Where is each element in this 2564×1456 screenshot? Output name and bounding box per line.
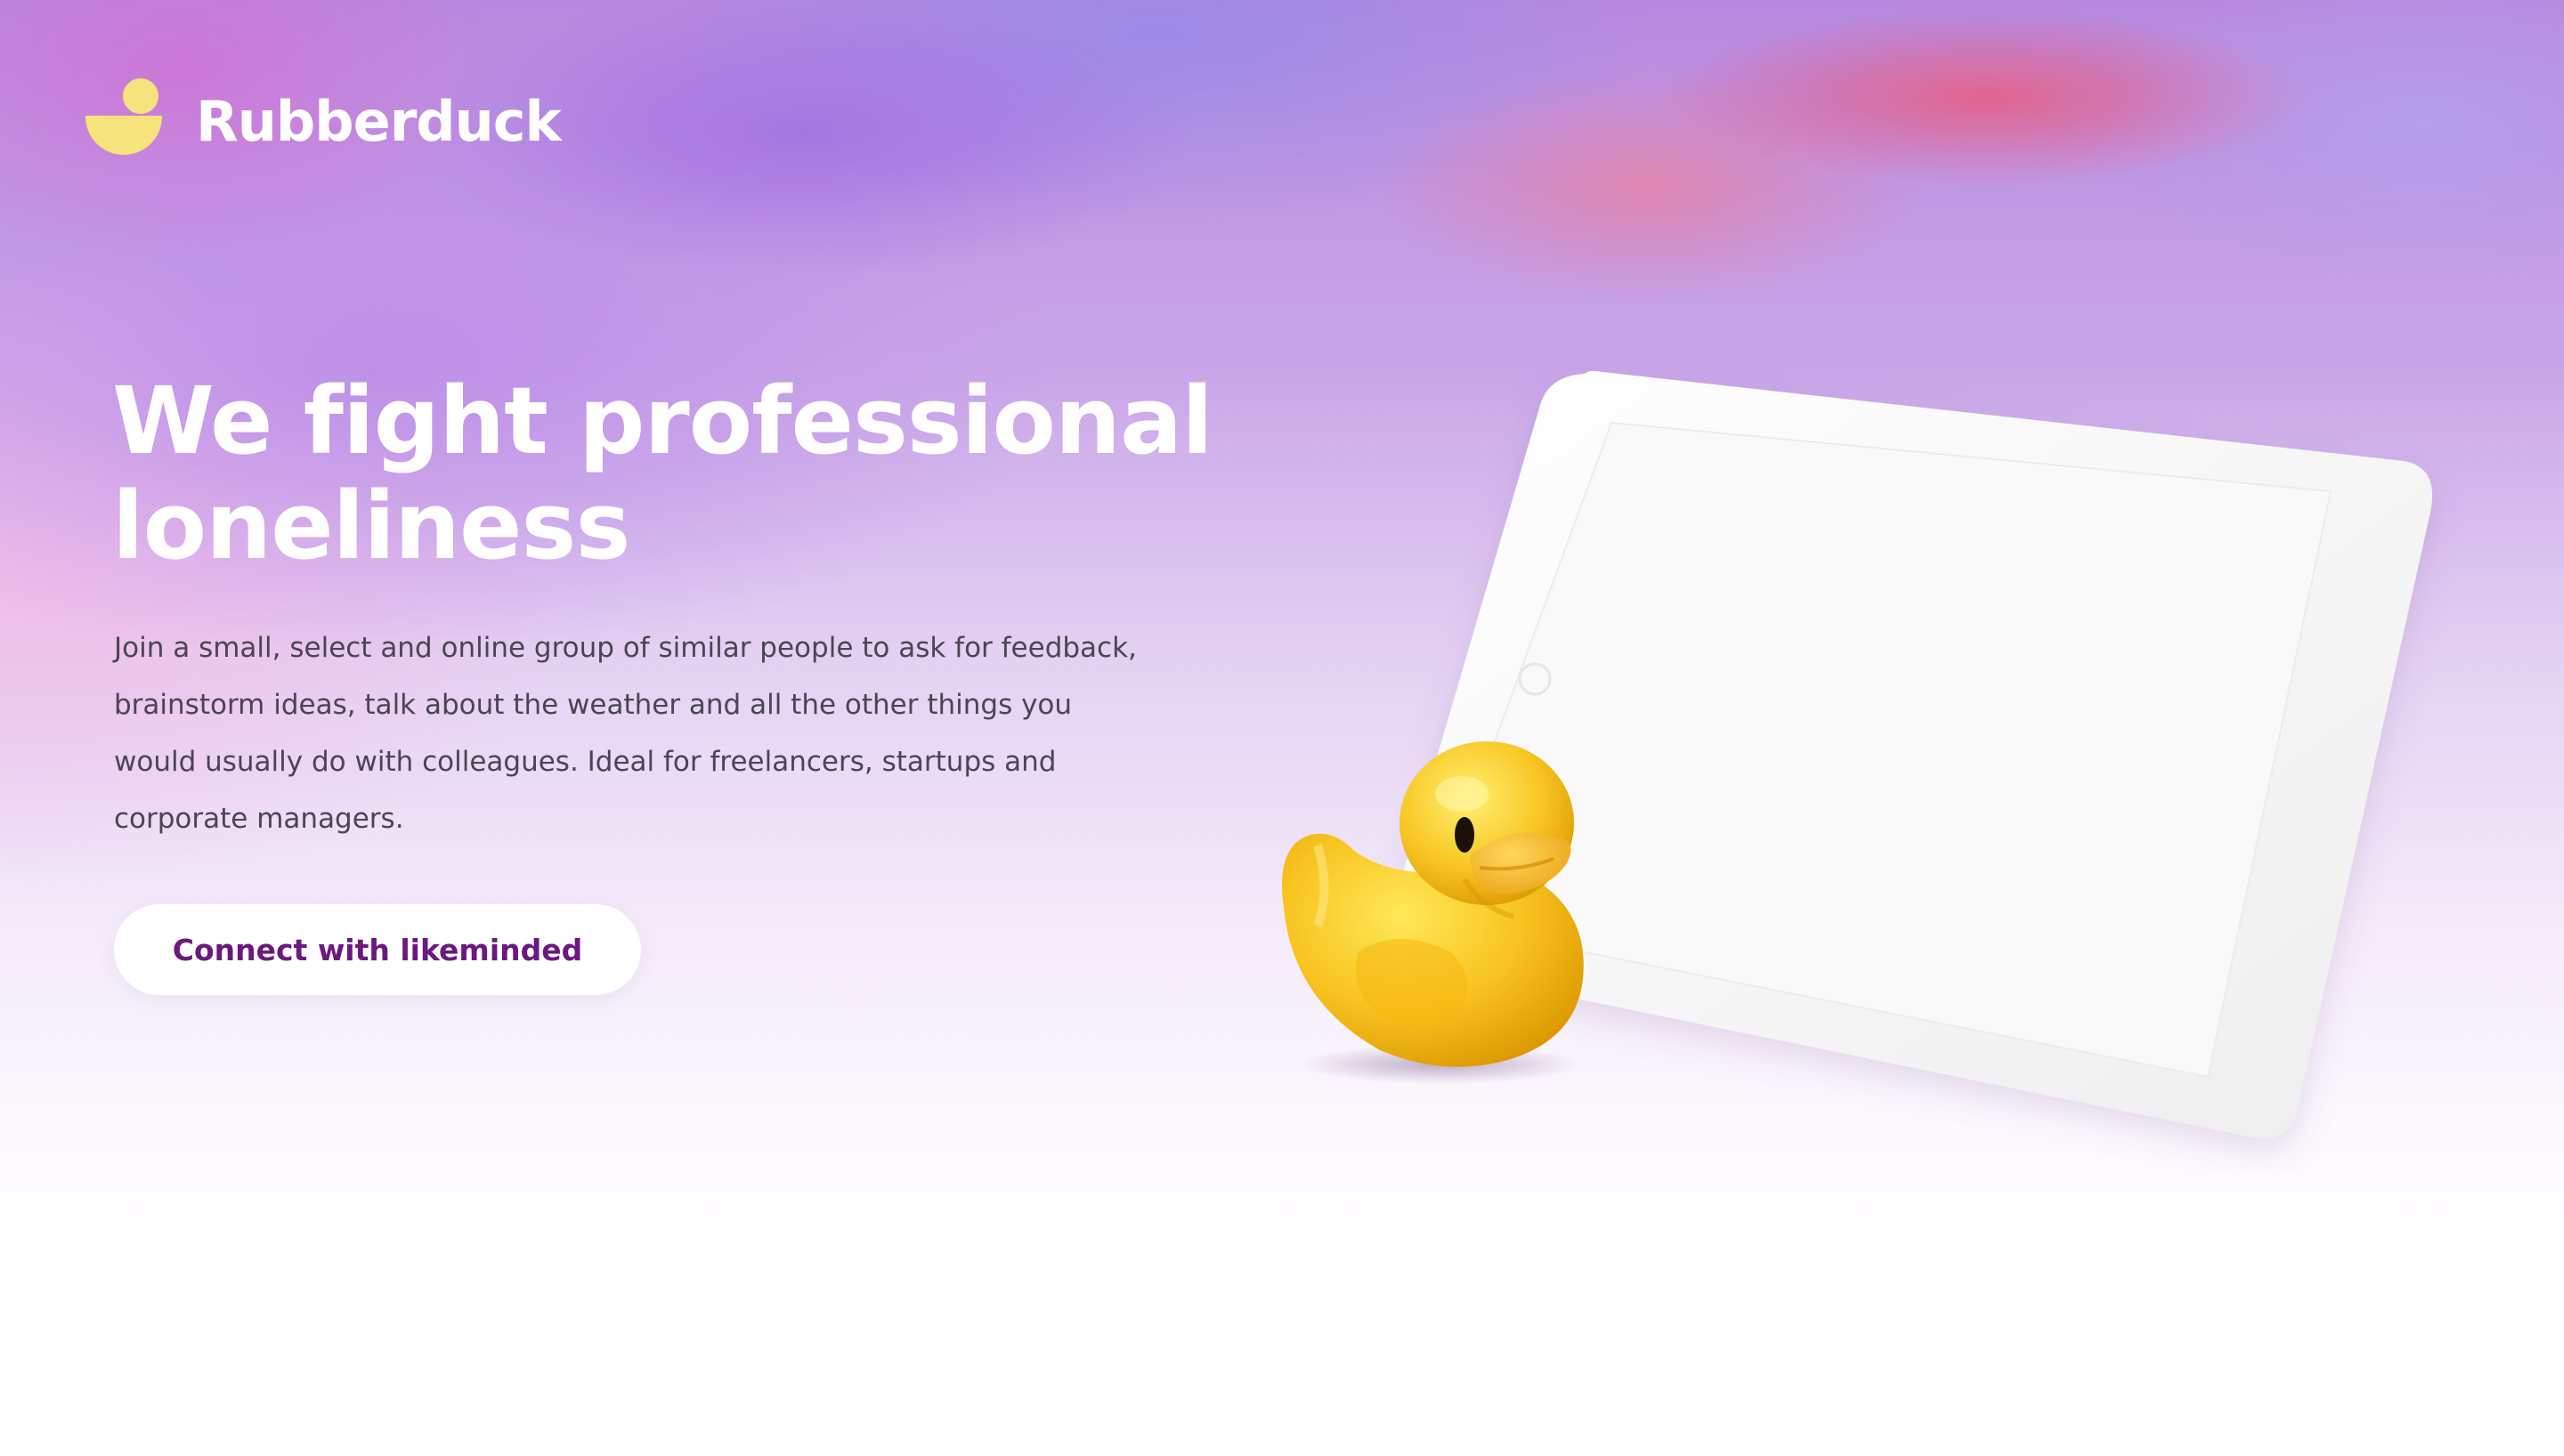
rubber-duck	[1282, 741, 1584, 1084]
brand-name: Rubberduck	[196, 88, 562, 154]
hero-description: Join a small, select and online group of…	[114, 632, 1137, 835]
duck-eye-icon	[1455, 817, 1474, 853]
connect-button[interactable]: Connect with likeminded	[114, 904, 641, 995]
duck-logo-icon	[82, 77, 164, 166]
brand-logo[interactable]: Rubberduck	[82, 77, 562, 166]
hero-illustration	[1282, 370, 2432, 1139]
hero-headline: We fight professional loneliness	[112, 367, 1213, 580]
